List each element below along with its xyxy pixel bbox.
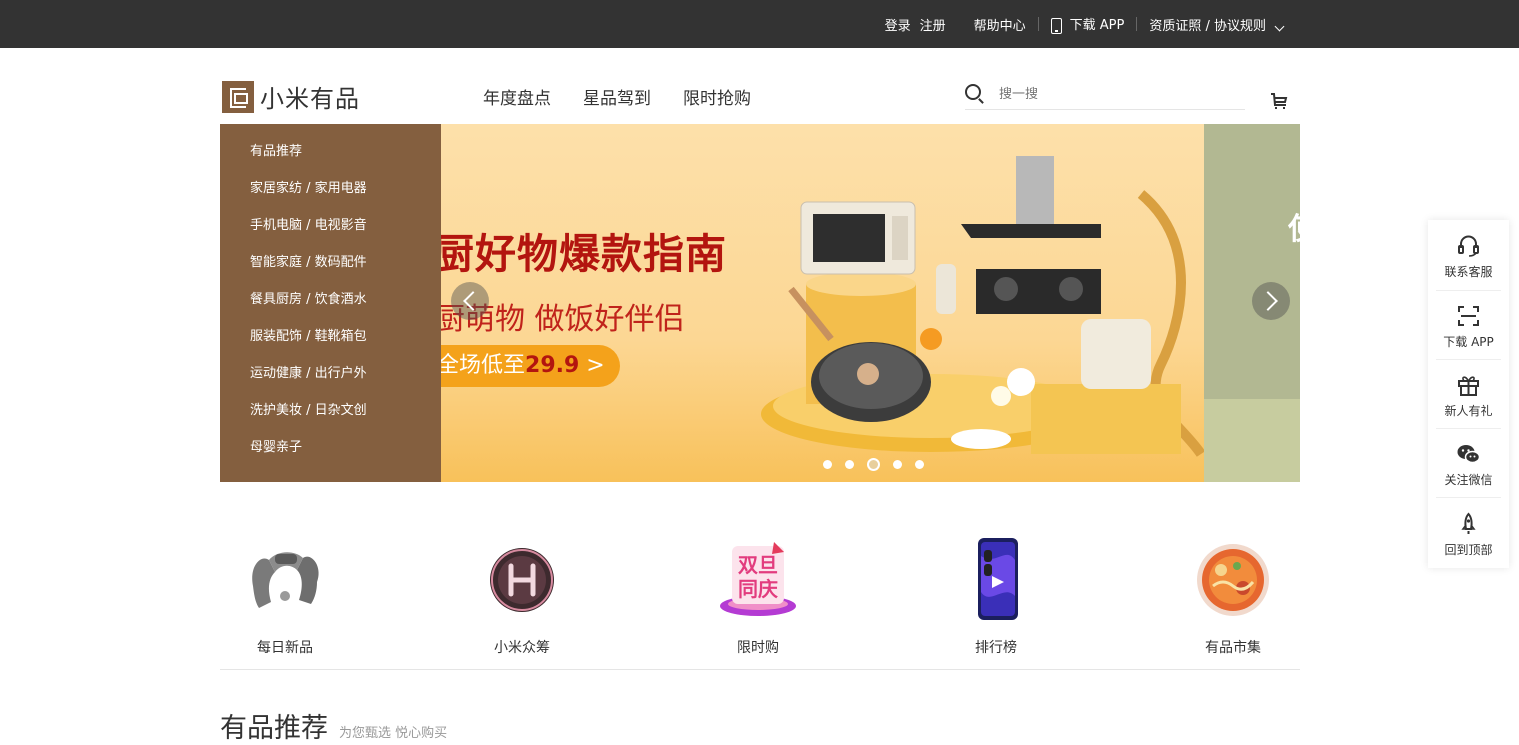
banner-dot-active[interactable] (867, 458, 880, 471)
search-icon[interactable] (965, 84, 981, 100)
rocket-icon (1461, 512, 1476, 534)
section-header: 有品推荐 为您甄选 悦心购买 (220, 706, 447, 745)
site-logo[interactable]: 小米有品 (222, 79, 360, 114)
top-bar: 登录 注册 帮助中心 下载 APP 资质证照 / 协议规则 (0, 0, 1519, 48)
top-links: 登录 注册 帮助中心 下载 APP 资质证照 / 协议规则 (885, 0, 1285, 48)
nav-item-annual-review[interactable]: 年度盘点 (483, 84, 551, 109)
quick-entries: 每日新品 小米众筹 双旦 同庆 限时购 排行榜 有品市集 (220, 530, 1300, 670)
phone-ranking-icon (978, 538, 1018, 620)
main-nav: 年度盘点 星品驾到 限时抢购 (483, 84, 783, 109)
follow-wechat-label: 关注微信 (1444, 473, 1493, 487)
logo-text: 小米有品 (260, 85, 360, 113)
newcomer-gift-button[interactable]: 新人有礼 (1428, 359, 1509, 428)
divider (1136, 17, 1138, 31)
follow-wechat-button[interactable]: 关注微信 (1428, 428, 1509, 497)
download-app-button[interactable]: 下载 APP (1428, 290, 1509, 359)
banner-prev-button[interactable] (451, 282, 489, 320)
category-item[interactable]: 运动健康 / 出行户外 (220, 364, 441, 401)
double-festival-icon: 双旦 同庆 (720, 542, 796, 616)
qualifications-dropdown[interactable]: 资质证照 / 协议规则 (1149, 15, 1285, 34)
customer-service-button[interactable]: 联系客服 (1428, 220, 1509, 289)
category-item[interactable]: 手机电脑 / 电视影音 (220, 216, 441, 253)
crowdfunding-icon (490, 548, 554, 612)
svg-text:同庆: 同庆 (738, 577, 778, 601)
divider (1037, 17, 1039, 31)
search-box (965, 82, 1245, 110)
quick-entry-label: 限时购 (737, 640, 779, 656)
scan-icon (1458, 306, 1479, 326)
help-center-link[interactable]: 帮助中心 (974, 15, 1026, 34)
peek-band (1204, 399, 1300, 482)
search-input[interactable] (999, 82, 1239, 104)
back-to-top-label: 回到顶部 (1444, 543, 1493, 557)
svg-text:双旦: 双旦 (738, 553, 778, 577)
category-item[interactable]: 智能家庭 / 数码配件 (220, 253, 441, 290)
category-item[interactable]: 洗护美妆 / 日杂文创 (220, 401, 441, 438)
newcomer-gift-label: 新人有礼 (1444, 404, 1493, 418)
download-app-label: 下载 APP (1069, 18, 1125, 34)
qualifications-label: 资质证照 / 协议规则 (1149, 18, 1266, 34)
phone-icon (1050, 17, 1062, 34)
cart-icon[interactable] (1270, 92, 1288, 110)
category-item[interactable]: 母婴亲子 (220, 438, 441, 475)
nav-item-flash-sale[interactable]: 限时抢购 (683, 84, 751, 109)
download-app-sidebar-label: 下载 APP (1443, 335, 1494, 349)
kitchen-products-illustration (761, 156, 1204, 457)
headset-icon (1458, 235, 1479, 257)
banner-pagination (823, 458, 937, 471)
wechat-icon (1457, 445, 1481, 464)
category-item[interactable]: 家居家纺 / 家用电器 (220, 179, 441, 216)
quick-entry-label: 排行榜 (975, 640, 1017, 656)
banner-dot[interactable] (845, 460, 854, 469)
category-item[interactable]: 服装配饰 / 鞋靴箱包 (220, 327, 441, 364)
section-title: 有品推荐 (220, 713, 328, 744)
download-app-link[interactable]: 下载 APP (1050, 14, 1125, 34)
login-link[interactable]: 登录 (885, 15, 911, 34)
gift-icon (1458, 376, 1479, 396)
peek-text: 使 (1288, 204, 1300, 248)
category-item[interactable]: 餐具厨房 / 饮食酒水 (220, 290, 441, 327)
customer-service-label: 联系客服 (1444, 265, 1493, 279)
quick-entry-label: 每日新品 (257, 640, 313, 656)
back-to-top-button[interactable]: 回到顶部 (1428, 498, 1509, 567)
quick-entry-label: 小米众筹 (494, 640, 550, 656)
chevron-down-icon (1274, 21, 1285, 31)
category-menu: 有品推荐 家居家纺 / 家用电器 手机电脑 / 电视影音 智能家庭 / 数码配件… (220, 124, 441, 482)
banner-dot[interactable] (893, 460, 902, 469)
banner-next-button[interactable] (1252, 282, 1290, 320)
section-subtitle: 为您甄选 悦心购买 (339, 726, 448, 741)
floating-toolbar: 联系客服 下载 APP 新人有礼 关注微信 回到顶部 (1428, 220, 1509, 568)
quick-entry-label: 有品市集 (1205, 640, 1261, 656)
hero-banner[interactable]: 厨好物爆款指南 厨萌物 做饭好伴侣 全场低至29.9 > (441, 124, 1204, 482)
massager-icon (252, 552, 319, 608)
noodle-bowl-icon (1197, 544, 1269, 616)
banner-dot[interactable] (915, 460, 924, 469)
banner-dot[interactable] (823, 460, 832, 469)
category-item[interactable]: 有品推荐 (220, 142, 441, 179)
register-link[interactable]: 注册 (920, 15, 946, 34)
logo-mark-icon (222, 80, 254, 113)
nav-item-star-products[interactable]: 星品驾到 (583, 84, 651, 109)
